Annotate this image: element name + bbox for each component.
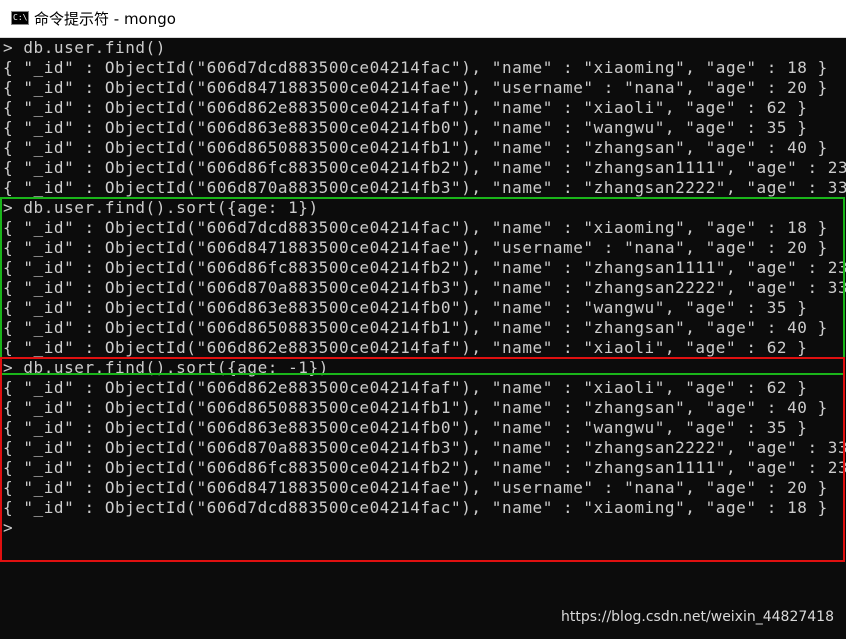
cmd-icon-label: C:\ [13, 13, 28, 22]
console-output-line: { "_id" : ObjectId("606d8471883500ce0421… [3, 78, 828, 97]
cmd-icon: C:\ [11, 11, 29, 25]
console-prompt-line: > db.user.find() [3, 38, 166, 57]
console-output-line: { "_id" : ObjectId("606d863e883500ce0421… [3, 118, 808, 137]
watermark: https://blog.csdn.net/weixin_44827418 [560, 609, 834, 625]
console-output-line: { "_id" : ObjectId("606d870a883500ce0421… [3, 178, 846, 197]
console-output-line: { "_id" : ObjectId("606d862e883500ce0421… [3, 98, 808, 117]
green-highlight-box [0, 197, 845, 375]
console-output-line: { "_id" : ObjectId("606d86fc883500ce0421… [3, 158, 846, 177]
red-highlight-box [0, 357, 845, 562]
console-output-line: { "_id" : ObjectId("606d7dcd883500ce0421… [3, 58, 828, 77]
title-bar[interactable]: C:\ 命令提示符 - mongo [0, 0, 846, 38]
console-output-line: { "_id" : ObjectId("606d8650883500ce0421… [3, 138, 828, 157]
window-title: 命令提示符 - mongo [34, 10, 176, 28]
